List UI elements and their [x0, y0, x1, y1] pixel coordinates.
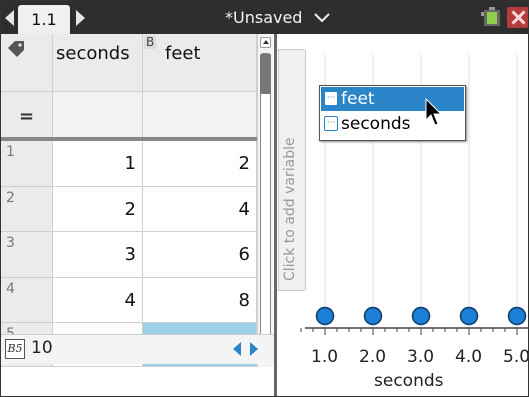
column-b-header[interactable]: feet [143, 34, 257, 92]
column-a-header[interactable]: seconds [53, 34, 143, 92]
list-variable-icon: ··· [324, 116, 338, 131]
scrollbar-thumb[interactable] [260, 54, 271, 94]
add-variable-label[interactable]: Click to add variable [282, 137, 298, 281]
menu-item-label: seconds [341, 114, 411, 134]
title-bar: 1.1 *Unsaved [1, 1, 528, 34]
spreadsheet-grid: seconds feet B = 1 1 2 2 2 4 3 3 6 4 4 8 [1, 34, 257, 367]
column-b-letter: B [144, 35, 157, 49]
chevron-down-icon[interactable] [314, 11, 330, 23]
page-tab[interactable]: 1.1 [18, 5, 70, 34]
document-title[interactable]: *Unsaved [225, 8, 302, 27]
x-tick-label: 3.0 [407, 347, 435, 367]
row-number[interactable]: 2 [1, 187, 53, 232]
cell-b2[interactable]: 4 [143, 187, 257, 232]
x-axis-title: seconds [374, 371, 444, 391]
cell-b3[interactable]: 6 [143, 232, 257, 278]
scrollbar-track[interactable] [260, 53, 271, 343]
arrow-left-icon[interactable] [233, 342, 241, 356]
x-tick-label: 1.0 [311, 347, 339, 367]
next-page-icon[interactable] [76, 10, 85, 26]
row-number[interactable]: 1 [1, 141, 53, 187]
menu-item-label: feet [341, 89, 375, 109]
cell-a3[interactable]: 3 [53, 232, 143, 278]
x-tick-label: 5.0 [503, 347, 529, 367]
battery-icon [481, 7, 500, 26]
data-point[interactable] [363, 306, 383, 326]
previous-page-icon[interactable] [5, 10, 14, 26]
data-point[interactable] [507, 306, 527, 326]
cell-a4[interactable]: 4 [53, 278, 143, 323]
cell-entry-value[interactable]: 10 [31, 338, 53, 358]
x-tick-label: 4.0 [455, 347, 483, 367]
cell-a1[interactable]: 1 [53, 141, 143, 187]
data-point[interactable] [315, 306, 335, 326]
corner-header[interactable] [1, 34, 53, 92]
cell-b1[interactable]: 2 [143, 141, 257, 187]
cell-a2[interactable]: 2 [53, 187, 143, 232]
lists-spreadsheet: seconds feet B = 1 1 2 2 2 4 3 3 6 4 4 8 [1, 34, 277, 367]
data-point[interactable] [411, 306, 431, 326]
data-point[interactable] [459, 306, 479, 326]
cell-reference: B5 [5, 339, 25, 359]
column-a-formula-cell[interactable] [53, 92, 143, 138]
list-variable-icon: ··· [324, 91, 338, 106]
x-tick-label: 2.0 [359, 347, 387, 367]
arrow-right-icon[interactable] [250, 342, 258, 356]
vertical-scrollbar[interactable] [257, 34, 273, 367]
row-number[interactable]: 4 [1, 278, 53, 323]
variable-menu: ··· feet ··· seconds [319, 85, 466, 141]
formula-row-label: = [1, 92, 53, 138]
column-a-name: seconds [56, 43, 130, 64]
cell-b4[interactable]: 8 [143, 278, 257, 323]
tag-icon [8, 41, 24, 57]
mouse-pointer-icon [425, 98, 443, 126]
column-b-name: feet [165, 43, 201, 64]
app-window: 1.1 *Unsaved seconds feet B = 1 1 2 2 2 … [0, 0, 529, 397]
cell-entry-line: B5 10 [1, 334, 277, 364]
close-icon[interactable] [507, 7, 528, 28]
row-number[interactable]: 3 [1, 232, 53, 278]
column-b-formula-cell[interactable] [143, 92, 257, 138]
scroll-up-icon[interactable] [260, 37, 271, 48]
